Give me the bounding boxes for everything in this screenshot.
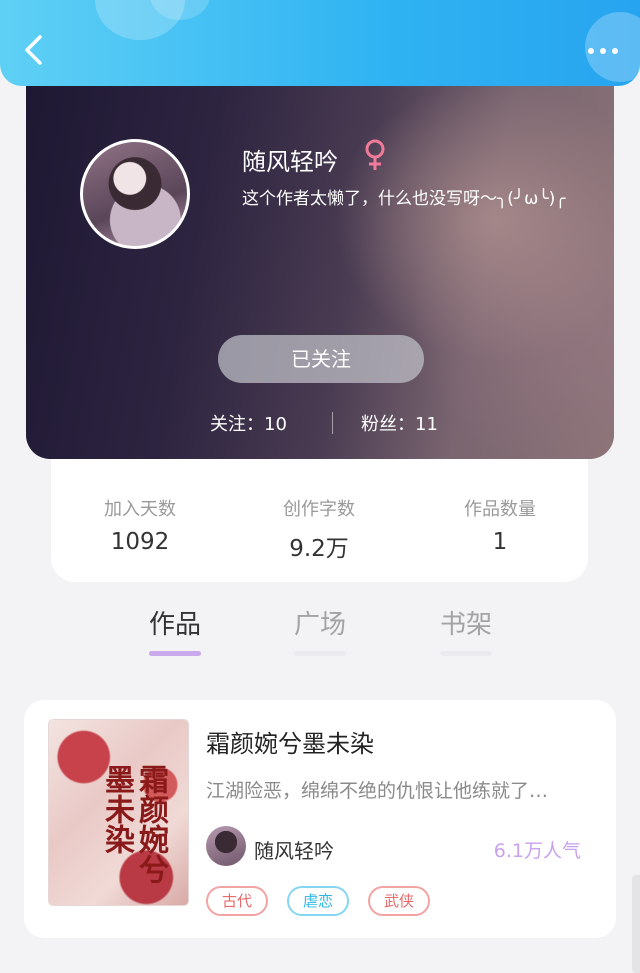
- stat-word-count: 创作字数 9.2万: [249, 495, 389, 563]
- back-button[interactable]: [22, 34, 46, 66]
- stat-works-count: 作品数量 1: [430, 495, 570, 555]
- author-bio: 这个作者太懒了，什么也没写呀～╮(╯ω╰)╭: [242, 189, 566, 209]
- tab-label: 书架: [439, 610, 492, 640]
- top-bar: [0, 0, 640, 86]
- profile-header: 随风轻吟 这个作者太懒了，什么也没写呀～╮(╯ω╰)╭ 已关注 关注：10 粉丝…: [26, 70, 614, 459]
- stat-label: 作品数量: [464, 499, 536, 520]
- stat-join-days: 加入天数 1092: [70, 495, 210, 555]
- tab-works[interactable]: 作品: [135, 604, 215, 656]
- popularity-count: 6.1万人气: [493, 840, 581, 862]
- book-description: 江湖险恶，绵绵不绝的仇恨让他练就了…: [206, 780, 549, 802]
- more-dots-icon: [588, 48, 594, 54]
- tab-square[interactable]: 广场: [280, 604, 360, 656]
- female-icon: [365, 139, 385, 170]
- more-dots-icon: [600, 48, 606, 54]
- genre-tag[interactable]: 武侠: [368, 886, 431, 916]
- book-title[interactable]: 霜颜婉兮墨未染: [206, 724, 374, 759]
- tab-indicator: [149, 651, 201, 656]
- more-dots-icon: [612, 48, 618, 54]
- genre-tag[interactable]: 虐恋: [287, 886, 350, 916]
- stats-card: 加入天数 1092 创作字数 9.2万 作品数量 1: [51, 445, 588, 582]
- tab-bookshelf[interactable]: 书架: [426, 604, 506, 656]
- follow-button[interactable]: 已关注: [218, 335, 424, 383]
- tab-indicator: [440, 651, 492, 656]
- stat-value: 9.2万: [289, 536, 349, 562]
- divider: [332, 412, 333, 434]
- genre-tag[interactable]: 古代: [206, 886, 269, 916]
- follow-stats: 关注：10 粉丝：11: [26, 410, 614, 440]
- tab-label: 作品: [148, 610, 201, 640]
- tab-label: 广场: [293, 610, 346, 640]
- tab-indicator: [294, 651, 346, 656]
- stat-label: 创作字数: [283, 499, 355, 520]
- scrollbar[interactable]: [632, 875, 640, 973]
- more-button[interactable]: [588, 44, 622, 58]
- author-name[interactable]: 随风轻吟: [254, 835, 334, 864]
- stat-label: 加入天数: [104, 499, 176, 520]
- avatar[interactable]: [80, 139, 190, 249]
- cover-title: 霜颜婉兮墨未染: [99, 764, 168, 884]
- following-count[interactable]: 关注：10: [210, 410, 287, 436]
- author-avatar[interactable]: [206, 826, 246, 866]
- chevron-left-icon: [25, 35, 42, 65]
- fans-count[interactable]: 粉丝：11: [361, 410, 438, 436]
- stat-value: 1: [492, 529, 508, 555]
- stat-value: 1092: [110, 529, 170, 555]
- book-card[interactable]: 霜颜婉兮墨未染 霜颜婉兮墨未染 江湖险恶，绵绵不绝的仇恨让他练就了… 随风轻吟 …: [24, 700, 616, 938]
- book-cover[interactable]: 霜颜婉兮墨未染: [49, 720, 188, 905]
- username: 随风轻吟: [242, 148, 338, 176]
